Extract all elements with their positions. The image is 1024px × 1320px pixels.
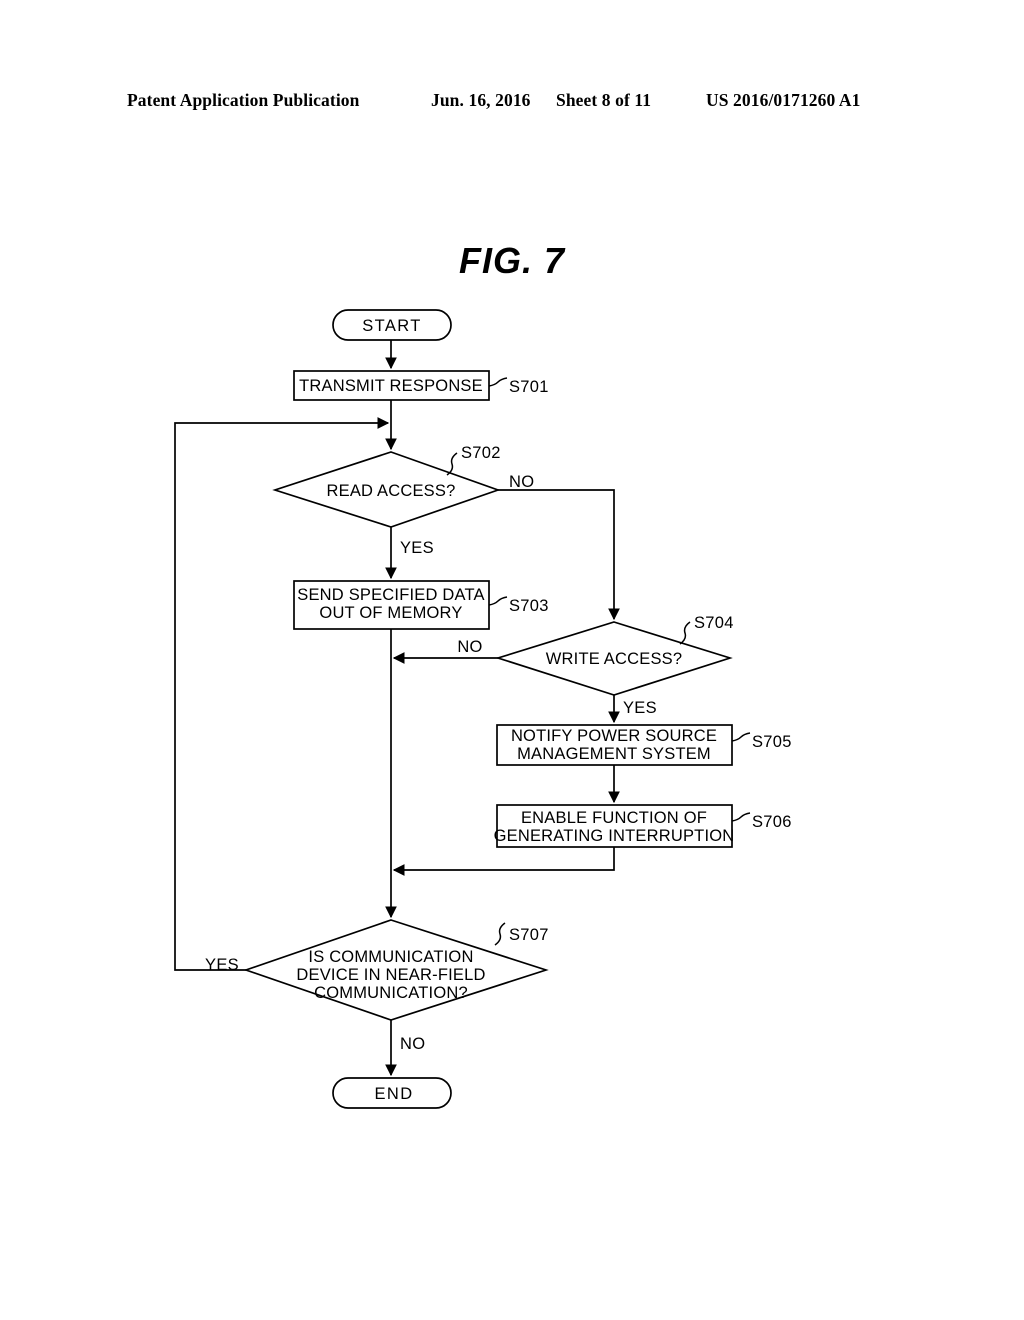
s704-no-branch-label: NO bbox=[457, 638, 482, 656]
s706-label-line1: ENABLE FUNCTION OF bbox=[521, 809, 707, 827]
s707-label-line1: IS COMMUNICATION bbox=[308, 948, 473, 966]
start-label: START bbox=[362, 317, 422, 335]
s703-label-line1: SEND SPECIFIED DATA bbox=[297, 586, 484, 604]
s704-leader-line bbox=[679, 621, 691, 645]
s701-label: TRANSMIT RESPONSE bbox=[299, 377, 483, 395]
s702-no-branch-label: NO bbox=[509, 473, 534, 491]
node-s704: WRITE ACCESS? S704 NO YES bbox=[457, 614, 733, 717]
s705-leader-line bbox=[731, 732, 751, 742]
s707-leader-line bbox=[494, 922, 506, 946]
s705-step-id: S705 bbox=[752, 733, 792, 751]
node-s706: ENABLE FUNCTION OF GENERATING INTERRUPTI… bbox=[494, 804, 792, 848]
s703-step-id: S703 bbox=[509, 597, 549, 615]
s702-step-id: S702 bbox=[461, 444, 501, 462]
s706-leader-line bbox=[731, 812, 751, 822]
s704-step-id: S704 bbox=[694, 614, 734, 632]
s703-label-line2: OUT OF MEMORY bbox=[319, 604, 462, 622]
node-s707: IS COMMUNICATION DEVICE IN NEAR-FIELD CO… bbox=[205, 919, 549, 1053]
patent-figure-page: Patent Application Publication Jun. 16, … bbox=[0, 0, 1024, 1320]
s706-step-id: S706 bbox=[752, 813, 792, 831]
s704-yes-branch-label: YES bbox=[623, 699, 657, 717]
flowline-s706-to-spine bbox=[392, 847, 615, 876]
end-label: END bbox=[374, 1085, 413, 1103]
s706-label-line2: GENERATING INTERRUPTION bbox=[494, 827, 735, 845]
s705-label-line2: MANAGEMENT SYSTEM bbox=[517, 745, 711, 763]
s707-step-id: S707 bbox=[509, 926, 549, 944]
s701-leader-line bbox=[488, 377, 508, 387]
s703-leader-line bbox=[488, 596, 508, 606]
s701-step-id: S701 bbox=[509, 378, 549, 396]
node-s705: NOTIFY POWER SOURCE MANAGEMENT SYSTEM S7… bbox=[496, 724, 792, 766]
s707-no-branch-label: NO bbox=[400, 1035, 425, 1053]
s707-yes-branch-label: YES bbox=[205, 956, 239, 974]
node-s703: SEND SPECIFIED DATA OUT OF MEMORY S703 bbox=[293, 580, 549, 630]
s702-yes-branch-label: YES bbox=[400, 539, 434, 557]
node-s701: TRANSMIT RESPONSE S701 bbox=[293, 370, 549, 401]
node-start: START bbox=[332, 309, 452, 341]
node-s702: READ ACCESS? S702 NO YES bbox=[272, 444, 534, 557]
s707-label-line3: COMMUNICATION? bbox=[314, 984, 468, 1002]
flowchart-diagram: START TRANSMIT RESPONSE S701 READ ACCESS… bbox=[174, 309, 792, 1109]
s707-label-line2: DEVICE IN NEAR-FIELD bbox=[296, 966, 485, 984]
node-end: END bbox=[332, 1077, 452, 1109]
s702-label: READ ACCESS? bbox=[327, 482, 456, 500]
s704-label: WRITE ACCESS? bbox=[546, 650, 682, 668]
s705-label-line1: NOTIFY POWER SOURCE bbox=[511, 727, 717, 745]
